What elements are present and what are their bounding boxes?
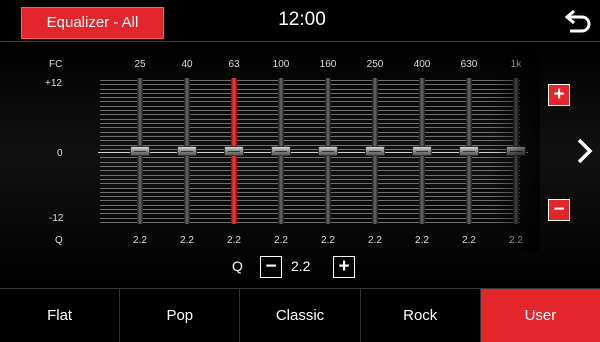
grid-line: [100, 222, 520, 223]
band-q-value: 2.2: [180, 235, 194, 246]
band-frequency-label: 63: [228, 59, 240, 70]
grid-line: [100, 132, 520, 133]
gain-zero-label: 0: [57, 148, 63, 159]
header-bar: Equalizer - All 12:00: [0, 0, 600, 42]
slider-thumb[interactable]: [412, 146, 432, 156]
slider-thumb[interactable]: [271, 146, 291, 156]
grid-line: [100, 157, 520, 158]
grid-line: [100, 89, 520, 90]
slider-thumb[interactable]: [506, 146, 526, 156]
band-frequency-label: 1k: [510, 59, 522, 70]
slider-thumb[interactable]: [365, 146, 385, 156]
grid-line: [100, 119, 520, 120]
equalizer-title-button[interactable]: Equalizer - All: [21, 7, 164, 39]
band-slider[interactable]: [177, 78, 197, 224]
grid-line: [100, 114, 520, 115]
band-slider[interactable]: [271, 78, 291, 224]
grid-line: [100, 145, 520, 146]
grid-line: [100, 196, 520, 197]
clock: 12:00: [278, 9, 326, 30]
grid-line: [100, 183, 520, 184]
grid-line: [100, 200, 520, 201]
q-value: 2.2: [291, 258, 311, 274]
slider-thumb[interactable]: [224, 146, 244, 156]
slider-thumb[interactable]: [177, 146, 197, 156]
q-minus-button[interactable]: −: [260, 256, 282, 278]
gain-max-label: +12: [45, 78, 62, 89]
grid-line: [100, 136, 520, 137]
band-q-value: 2.2: [415, 235, 429, 246]
q-control-label: Q: [232, 258, 243, 274]
grid-line: [100, 140, 520, 141]
grid-line: [100, 213, 520, 214]
grid-line: [100, 218, 520, 219]
band-slider[interactable]: [506, 78, 526, 224]
band-q-value: 2.2: [227, 235, 241, 246]
grid-line: [100, 80, 520, 81]
preset-flat[interactable]: Flat: [0, 289, 121, 342]
band-q-value: 2.2: [509, 235, 523, 246]
band-frequency-label: 160: [319, 59, 337, 70]
band-slider[interactable]: [365, 78, 385, 224]
grid-line: [100, 127, 520, 128]
fc-label: FC: [49, 59, 63, 70]
chevron-right-icon[interactable]: [576, 138, 594, 164]
band-slider[interactable]: [412, 78, 432, 224]
grid-line: [100, 97, 520, 98]
grid-line: [100, 205, 520, 206]
grid-line: [100, 175, 520, 176]
grid-line: [100, 106, 520, 107]
band-slider[interactable]: [224, 78, 244, 224]
preset-rock[interactable]: Rock: [361, 289, 481, 342]
grid-line: [100, 188, 520, 189]
grid-line: [100, 84, 520, 85]
band-q-value: 2.2: [133, 235, 147, 246]
band-slider[interactable]: [459, 78, 479, 224]
q-row-label: Q: [55, 235, 63, 246]
grid-line: [100, 93, 520, 94]
grid-line: [100, 209, 520, 210]
slider-thumb[interactable]: [459, 146, 479, 156]
grid-line: [100, 166, 520, 167]
grid-line: [100, 170, 520, 171]
slider-thumb[interactable]: [318, 146, 338, 156]
gain-minus-button[interactable]: −: [548, 199, 570, 221]
band-slider[interactable]: [318, 78, 338, 224]
band-frequency-label: 100: [272, 59, 290, 70]
grid-line: [100, 110, 520, 111]
preset-bar: Flat Pop Classic Rock User: [0, 288, 600, 342]
preset-classic[interactable]: Classic: [240, 289, 361, 342]
preset-pop[interactable]: Pop: [120, 289, 241, 342]
grid-line: [100, 192, 520, 193]
grid-line: [100, 149, 520, 150]
band-frequency-label: 250: [366, 59, 384, 70]
grid-line: [100, 179, 520, 180]
grid-line: [100, 123, 520, 124]
band-q-value: 2.2: [462, 235, 476, 246]
gain-plus-button[interactable]: +: [548, 84, 570, 106]
gain-min-label: -12: [49, 213, 64, 224]
band-frequency-label: 630: [460, 59, 478, 70]
band-q-value: 2.2: [274, 235, 288, 246]
q-plus-button[interactable]: +: [333, 256, 355, 278]
band-q-value: 2.2: [368, 235, 382, 246]
slider-thumb[interactable]: [130, 146, 150, 156]
band-slider[interactable]: [130, 78, 150, 224]
band-frequency-label: 25: [134, 59, 146, 70]
back-arrow-icon[interactable]: [562, 9, 592, 35]
band-q-value: 2.2: [321, 235, 335, 246]
band-frequency-label: 400: [413, 59, 431, 70]
band-frequency-label: 40: [181, 59, 193, 70]
grid-line: [100, 101, 520, 102]
preset-user[interactable]: User: [480, 289, 600, 342]
grid-line: [100, 162, 520, 163]
